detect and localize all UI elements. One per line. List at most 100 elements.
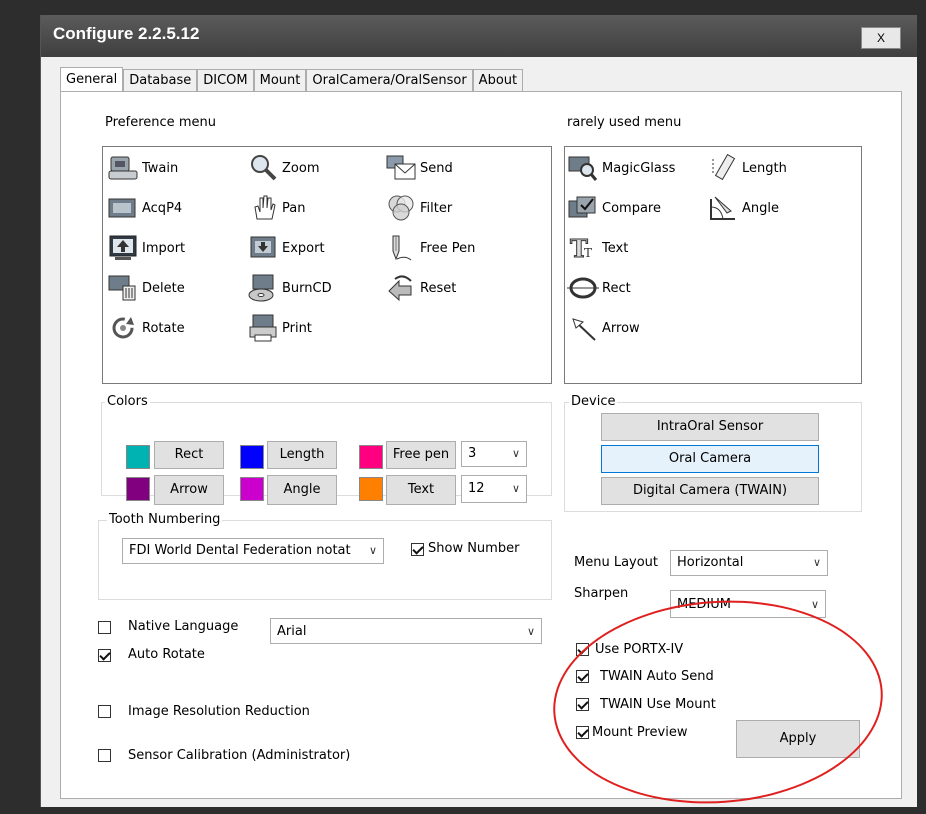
arrow-tool-icon bbox=[572, 318, 596, 341]
menu-item-label: Rect bbox=[602, 280, 631, 296]
magnifier-icon bbox=[251, 155, 277, 181]
menu-item-label: Rotate bbox=[142, 320, 185, 336]
window-title: Configure 2.2.5.12 bbox=[53, 24, 200, 43]
tab-oralcamera[interactable]: OralCamera/OralSensor bbox=[306, 69, 473, 92]
sharpen-label: Sharpen bbox=[574, 586, 629, 601]
menu-item-pan[interactable]: Pan bbox=[247, 193, 305, 223]
menu-item-filter[interactable]: Filter bbox=[385, 193, 452, 223]
menu-item-twain[interactable]: Twain bbox=[107, 153, 178, 183]
tooth-numbering-select[interactable]: FDI World Dental Federation notat ∨ bbox=[122, 538, 384, 564]
menu-item-import[interactable]: Import bbox=[107, 233, 185, 263]
tab-about[interactable]: About bbox=[472, 69, 524, 92]
menu-layout-select[interactable]: Horizontal ∨ bbox=[670, 550, 828, 576]
font-value: Arial bbox=[277, 624, 307, 639]
hand-icon bbox=[254, 195, 276, 220]
font-select[interactable]: Arial ∨ bbox=[270, 618, 542, 644]
show-number-checkbox[interactable] bbox=[411, 543, 424, 556]
menu-item-send[interactable]: Send bbox=[385, 153, 453, 183]
menu-item-compare[interactable]: Compare bbox=[567, 193, 661, 223]
menu-item-length[interactable]: Length bbox=[707, 153, 787, 183]
tooth-numbering-value: FDI World Dental Federation notat bbox=[129, 543, 351, 558]
angle-color-swatch[interactable] bbox=[240, 477, 264, 501]
native-language-label: Native Language bbox=[128, 619, 239, 634]
rarely-used-menu-list[interactable]: MagicGlass Length Compare Angle TT Text … bbox=[564, 146, 862, 384]
intraoral-sensor-button[interactable]: IntraOral Sensor bbox=[601, 413, 819, 441]
sensor-calibration-checkbox[interactable] bbox=[98, 749, 111, 762]
compare-icon bbox=[568, 196, 596, 218]
rect-color-button[interactable]: Rect bbox=[154, 441, 224, 469]
svg-text:T: T bbox=[584, 246, 592, 260]
colors-label: Colors bbox=[105, 394, 150, 409]
auto-rotate-label: Auto Rotate bbox=[128, 647, 205, 662]
menu-item-burncd[interactable]: BurnCD bbox=[247, 273, 332, 303]
delete-icon bbox=[108, 275, 136, 301]
menu-item-rotate[interactable]: Rotate bbox=[107, 313, 185, 343]
tab-general[interactable]: General bbox=[60, 67, 124, 92]
text-tool-icon: TT bbox=[570, 234, 593, 264]
menu-item-label: Angle bbox=[742, 200, 779, 216]
tab-database[interactable]: Database bbox=[123, 69, 198, 92]
menu-item-label: Export bbox=[282, 240, 325, 256]
oral-camera-button[interactable]: Oral Camera bbox=[601, 445, 819, 473]
rect-color-swatch[interactable] bbox=[126, 445, 150, 469]
menu-item-acqp4[interactable]: AcqP4 bbox=[107, 193, 182, 223]
menu-item-label: Free Pen bbox=[420, 240, 476, 256]
device-label: Device bbox=[569, 394, 618, 409]
menu-item-label: Text bbox=[602, 240, 629, 256]
chevron-down-icon: ∨ bbox=[511, 482, 520, 495]
menu-item-label: Compare bbox=[602, 200, 661, 216]
menu-item-zoom[interactable]: Zoom bbox=[247, 153, 319, 183]
export-icon bbox=[250, 236, 276, 258]
menu-item-label: Length bbox=[742, 160, 787, 176]
text-color-swatch[interactable] bbox=[359, 477, 383, 501]
title-bar: Configure 2.2.5.12 X bbox=[41, 15, 917, 57]
arrow-color-button[interactable]: Arrow bbox=[154, 475, 224, 505]
menu-item-rect[interactable]: Rect bbox=[567, 273, 631, 303]
length-color-button[interactable]: Length bbox=[267, 441, 337, 469]
chevron-down-icon: ∨ bbox=[526, 625, 535, 638]
menu-item-free-pen[interactable]: Free Pen bbox=[385, 233, 475, 263]
native-language-checkbox[interactable] bbox=[98, 621, 111, 634]
tab-mount[interactable]: Mount bbox=[253, 69, 307, 92]
image-resolution-reduction-checkbox[interactable] bbox=[98, 705, 111, 718]
rarely-used-menu-label: rarely used menu bbox=[567, 115, 682, 130]
auto-rotate-checkbox[interactable] bbox=[98, 649, 111, 662]
menu-item-label: Twain bbox=[142, 160, 179, 176]
menu-item-label: Filter bbox=[420, 200, 453, 216]
text-color-button[interactable]: Text bbox=[386, 475, 456, 505]
preference-menu-label: Preference menu bbox=[105, 115, 216, 130]
digital-camera-button[interactable]: Digital Camera (TWAIN) bbox=[601, 477, 819, 505]
image-resolution-reduction-label: Image Resolution Reduction bbox=[128, 704, 310, 719]
arrow-color-swatch[interactable] bbox=[126, 477, 150, 501]
menu-item-label: Zoom bbox=[282, 160, 320, 176]
length-color-swatch[interactable] bbox=[240, 445, 264, 469]
menu-item-arrow[interactable]: Arrow bbox=[567, 313, 640, 343]
close-button[interactable]: X bbox=[861, 27, 901, 49]
send-mail-icon bbox=[386, 155, 416, 180]
menu-item-text[interactable]: TT Text bbox=[567, 233, 629, 264]
pen-width-select[interactable]: 3 ∨ bbox=[461, 441, 527, 467]
preference-menu-list[interactable]: Twain Zoom Send AcqP4 Pan Filter Import … bbox=[102, 146, 552, 384]
menu-item-delete[interactable]: Delete bbox=[107, 273, 185, 303]
free-pen-color-button[interactable]: Free pen bbox=[386, 441, 456, 469]
free-pen-color-swatch[interactable] bbox=[359, 445, 383, 469]
menu-item-label: Print bbox=[282, 320, 312, 336]
menu-item-angle[interactable]: Angle bbox=[707, 193, 779, 223]
pen-width-value: 3 bbox=[468, 446, 477, 461]
sensor-calibration-label: Sensor Calibration (Administrator) bbox=[128, 748, 351, 763]
tab-bar: General Database DICOM Mount OralCamera/… bbox=[60, 67, 524, 92]
menu-item-label: Reset bbox=[420, 280, 457, 296]
tab-dicom[interactable]: DICOM bbox=[197, 69, 254, 92]
angle-color-button[interactable]: Angle bbox=[267, 475, 337, 505]
chevron-down-icon: ∨ bbox=[365, 539, 377, 563]
menu-item-print[interactable]: Print bbox=[247, 313, 312, 343]
import-icon bbox=[109, 235, 137, 260]
text-size-select[interactable]: 12 ∨ bbox=[461, 475, 527, 503]
menu-item-label: Send bbox=[420, 160, 453, 176]
menu-item-reset[interactable]: Reset bbox=[385, 273, 456, 303]
magic-glass-icon bbox=[568, 156, 598, 181]
ellipse-tool-icon bbox=[567, 277, 599, 299]
menu-item-magicglass[interactable]: MagicGlass bbox=[567, 153, 675, 183]
filter-icon bbox=[388, 195, 414, 221]
menu-item-export[interactable]: Export bbox=[247, 233, 325, 263]
